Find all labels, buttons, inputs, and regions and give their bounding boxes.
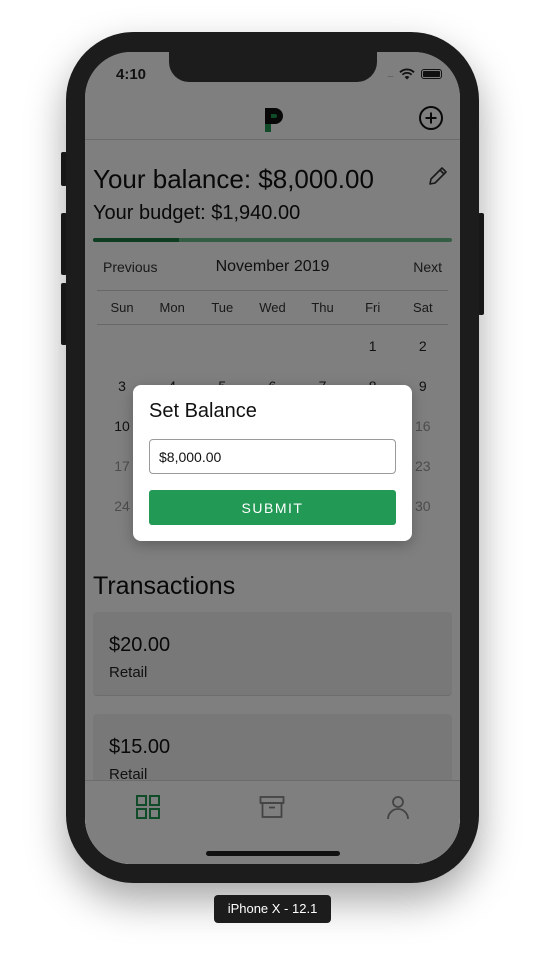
submit-button[interactable]: SUBMIT xyxy=(149,490,396,525)
signal-dots: .... xyxy=(386,69,394,79)
status-time: 4:10 xyxy=(116,66,147,83)
status-icons: .... xyxy=(387,68,442,80)
balance-input[interactable] xyxy=(149,439,396,474)
device-screen: 4:10 .... Set Balance $8,000.00 SUBMIT xyxy=(85,52,460,864)
home-indicator xyxy=(206,851,340,856)
notch xyxy=(169,52,377,82)
device-label: iPhone X - 12.1 xyxy=(214,895,331,923)
simulator-stage: 4:10 .... Set Balance $8,000.00 SUBMIT i… xyxy=(0,0,545,964)
set-balance-dialog: Set Balance SUBMIT xyxy=(133,385,412,541)
wifi-icon xyxy=(399,68,415,80)
battery-icon xyxy=(421,69,442,79)
dialog-title: Set Balance xyxy=(149,400,257,422)
